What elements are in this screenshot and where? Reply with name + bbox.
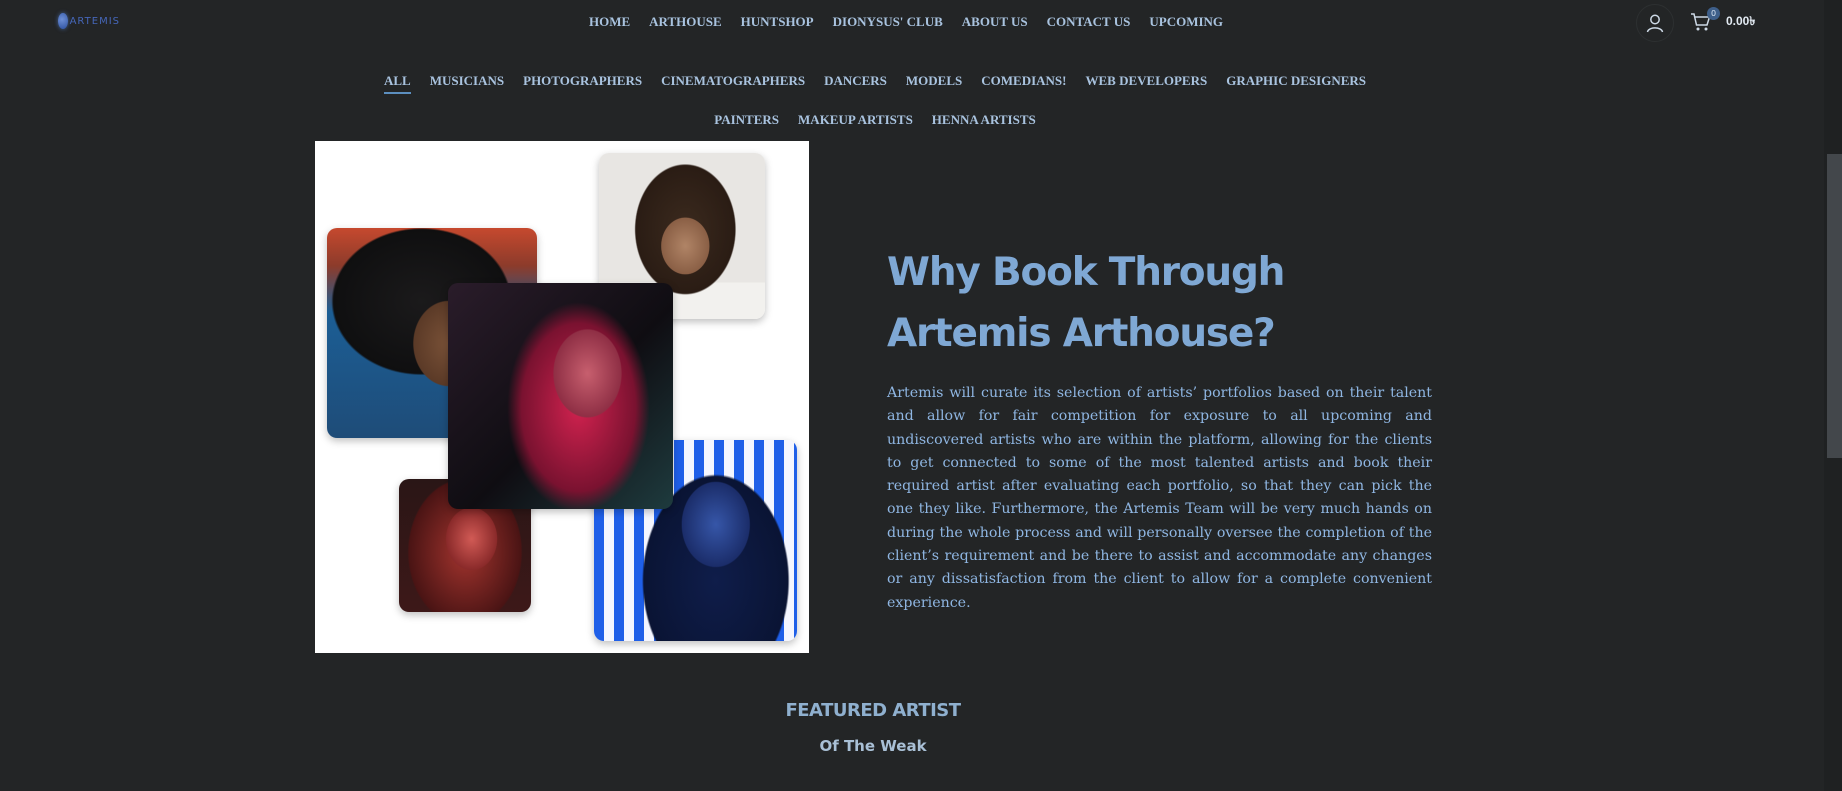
nav-contact-us[interactable]: CONTACT US xyxy=(1037,12,1140,32)
cart-button[interactable]: 0 0.00৳ xyxy=(1690,7,1755,33)
filter-painters[interactable]: PAINTERS xyxy=(705,110,789,129)
filter-cinematographers[interactable]: CINEMATOGRAPHERS xyxy=(652,71,815,90)
filter-comedians[interactable]: COMEDIANS! xyxy=(972,71,1076,90)
filter-all[interactable]: ALL xyxy=(374,71,420,94)
filter-photographers[interactable]: PHOTOGRAPHERS xyxy=(514,71,652,90)
filter-makeup-artists[interactable]: MAKEUP ARTISTS xyxy=(789,110,923,129)
artist-photo-woman-sunglasses xyxy=(448,283,673,509)
artist-photo-collage xyxy=(315,141,809,653)
nav-huntshop[interactable]: HUNTSHOP xyxy=(731,12,823,32)
cart-count-badge: 0 xyxy=(1707,7,1720,20)
filter-models[interactable]: MODELS xyxy=(896,71,971,90)
user-icon xyxy=(1646,14,1664,33)
nav-about-us[interactable]: ABOUT US xyxy=(952,12,1037,32)
page-scrollbar[interactable] xyxy=(1824,0,1842,791)
nav-home[interactable]: HOME xyxy=(579,12,639,32)
filter-web-developers[interactable]: WEB DEVELOPERS xyxy=(1076,71,1217,90)
main-nav: HOME ARTHOUSE HUNTSHOP DIONYSUS' CLUB AB… xyxy=(0,12,1842,32)
cart-total: 0.00৳ xyxy=(1726,14,1756,28)
scrollbar-thumb[interactable] xyxy=(1827,154,1842,458)
filter-graphic-designers[interactable]: GRAPHIC DESIGNERS xyxy=(1217,71,1376,90)
why-book-heading: Why Book Through Artemis Arthouse? xyxy=(887,250,1285,356)
featured-artist-subtitle: Of The Weak xyxy=(819,737,927,755)
category-filter: ALL MUSICIANS PHOTOGRAPHERS CINEMATOGRAP… xyxy=(370,71,1380,129)
nav-upcoming[interactable]: UPCOMING xyxy=(1140,12,1233,32)
featured-artist-heading: FEATURED ARTIST xyxy=(785,700,961,721)
nav-dionysus-club[interactable]: DIONYSUS' CLUB xyxy=(823,12,952,32)
filter-musicians[interactable]: MUSICIANS xyxy=(420,71,513,90)
nav-arthouse[interactable]: ARTHOUSE xyxy=(640,12,732,32)
filter-henna-artists[interactable]: HENNA ARTISTS xyxy=(922,110,1045,129)
filter-dancers[interactable]: DANCERS xyxy=(815,71,897,90)
why-book-body: Artemis will curate its selection of art… xyxy=(887,385,1432,611)
account-button[interactable] xyxy=(1636,4,1674,42)
